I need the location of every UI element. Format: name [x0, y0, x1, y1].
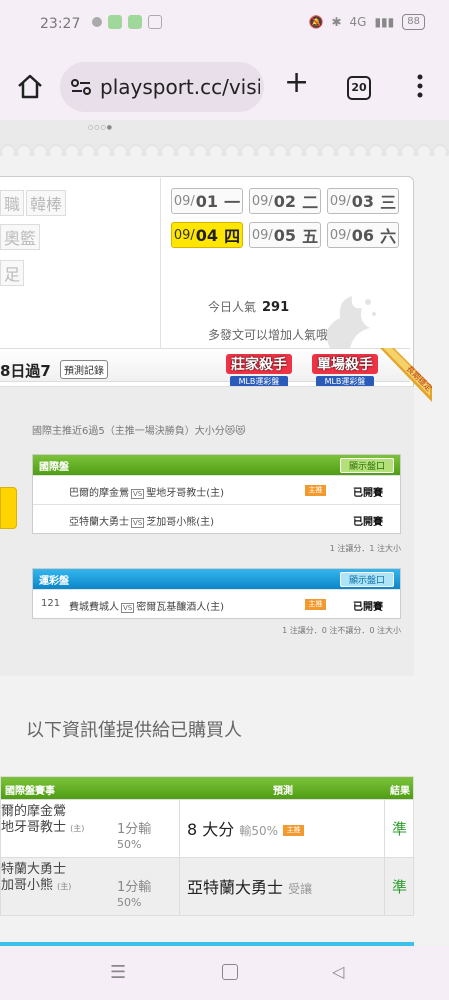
result-badge: 準 [392, 820, 408, 838]
main-pick-tag: 主推 [305, 599, 326, 610]
system-nav-bar: ☰ ◁ [0, 946, 449, 1000]
play-icon [148, 15, 162, 29]
show-odds-button[interactable]: 顯示盤口 [339, 457, 394, 473]
lottery-section-header: 運彩盤 顯示盤口 [33, 569, 400, 589]
web-page: ○○○● 職 韓棒 奧籃 足 09/01 一 09/02 二 09/03 三 0… [0, 120, 449, 946]
date-tab[interactable]: 09/03 三 [327, 188, 399, 214]
browser-toolbar: playsport.cc/visit + 20 [0, 52, 449, 120]
prediction-value: 亞特蘭大勇士 受讓 [187, 878, 313, 897]
site-settings-icon[interactable] [70, 78, 92, 96]
record-title: 8日過7 [0, 362, 51, 380]
app-icon [128, 15, 142, 29]
system-icons: 🔕 ✱ 4G ▮▮▮ 88 [308, 14, 425, 30]
show-odds-button[interactable]: 顯示盤口 [339, 571, 394, 587]
popularity-value: 291 [262, 300, 290, 315]
carousel-dots[interactable]: ○○○● [88, 124, 113, 131]
sport-tab[interactable]: 足 [0, 260, 25, 286]
chat-icon [92, 17, 102, 27]
date-tab-selected[interactable]: 09/04 四 [171, 222, 243, 248]
top-banner-strip: ○○○● [0, 120, 449, 156]
tab-count-button[interactable]: 20 [347, 76, 371, 100]
new-tab-button[interactable]: + [284, 68, 309, 98]
date-tab[interactable]: 09/01 一 [171, 188, 243, 214]
sport-tab[interactable]: 奧籃 [0, 224, 41, 250]
prediction-value: 8 大分 輸50% 主推 [187, 816, 305, 840]
mute-icon: 🔕 [308, 15, 324, 29]
game-row[interactable]: 巴爾的摩金鶯 VS 聖地牙哥教士(主) 主推 已開賽 [33, 475, 400, 504]
prediction-table: 國際盤賽事 預測 結果 爾的摩金鶯 地牙哥教士 (主) 1分輸 50% 8 大分 … [0, 776, 414, 916]
date-tab[interactable]: 09/06 六 [327, 222, 399, 248]
game-teams: 特蘭大勇士 加哥小熊 (主) [1, 862, 72, 893]
game-row[interactable]: 121 費城費城人 VS 密爾瓦基釀酒人(主) 主推 已開賽 [33, 589, 400, 618]
status-time: 23:27 [40, 16, 81, 32]
popularity: 今日人氣 291 [208, 298, 289, 315]
intl-section-header: 國際盤 顯示盤口 [33, 455, 400, 475]
side-tab[interactable] [0, 487, 17, 529]
result-badge: 準 [392, 878, 408, 896]
table-row: 爾的摩金鶯 地牙哥教士 (主) 1分輸 50% 8 大分 輸50% 主推 準 [1, 799, 413, 857]
notification-icons [92, 15, 162, 29]
table-row: 特蘭大勇士 加哥小熊 (主) 1分輸 50% 亞特蘭大勇士 受讓 準 [1, 857, 413, 915]
home-icon[interactable] [16, 72, 44, 100]
game-status: 已開賽 [353, 488, 383, 499]
divider [160, 178, 161, 348]
main-pick-tag: 主推 [305, 485, 326, 496]
prediction-record-button[interactable]: 預測記錄 [60, 360, 108, 379]
game-row[interactable]: 亞特蘭大勇士 VS 芝加哥小熊(主) 已開賽 [33, 504, 400, 533]
home-nav-icon[interactable] [222, 964, 238, 980]
table-header: 國際盤賽事 預測 結果 [1, 777, 413, 799]
scallop-decoration [0, 120, 449, 156]
battery-icon: 88 [402, 14, 425, 30]
back-icon[interactable]: ◁ [332, 962, 344, 981]
game-status: 已開賽 [353, 602, 383, 613]
lottery-section: 運彩盤 顯示盤口 121 費城費城人 VS 密爾瓦基釀酒人(主) 主推 已開賽 [32, 568, 401, 619]
sport-tab[interactable]: 職 [0, 190, 25, 216]
more-menu-icon[interactable] [410, 72, 430, 100]
date-tab[interactable]: 09/02 二 [249, 188, 321, 214]
recent-apps-icon[interactable]: ☰ [110, 962, 126, 983]
intl-section: 國際盤 顯示盤口 巴爾的摩金鶯 VS 聖地牙哥教士(主) 主推 已開賽 亞特蘭大勇士… [32, 454, 401, 534]
signal-icon: ▮▮▮ [374, 15, 395, 29]
bluetooth-icon: ✱ [331, 15, 342, 29]
lottery-summary: 1 注讓分．0 注不讓分．0 注大小 [282, 626, 401, 635]
intl-summary: 1 注讓分．1 注大小 [329, 544, 401, 553]
game-status: 已開賽 [353, 517, 383, 528]
sport-tab[interactable]: 韓棒 [26, 190, 67, 216]
date-tab[interactable]: 09/05 五 [249, 222, 321, 248]
status-bar: 23:27 🔕 ✱ 4G ▮▮▮ 88 [0, 0, 449, 52]
purchase-notice: 以下資訊僅提供給已購買人 [26, 720, 242, 741]
url-text: playsport.cc/visit [100, 75, 260, 99]
recommendation-notice: 國際主推近6過5（主推一場決勝負）大小分😻😻 [32, 426, 246, 437]
game-teams: 爾的摩金鶯 地牙哥教士 (主) [1, 804, 85, 835]
app-icon [108, 15, 122, 29]
address-bar[interactable]: playsport.cc/visit [60, 62, 264, 112]
popularity-label: 今日人氣 [208, 300, 257, 314]
network-icon: 4G [349, 15, 367, 29]
